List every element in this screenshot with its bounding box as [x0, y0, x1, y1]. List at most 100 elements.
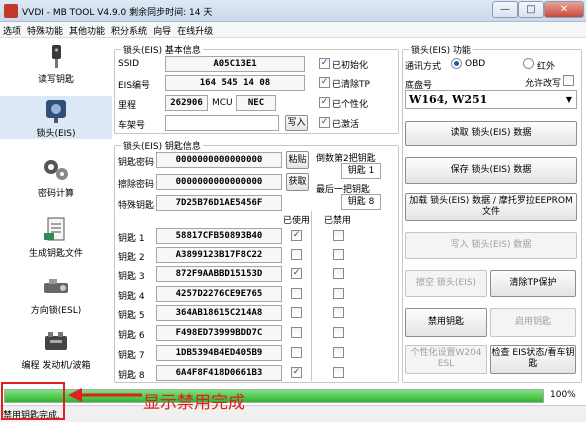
key-disabled-checkbox[interactable]	[333, 327, 344, 338]
document-icon	[44, 217, 65, 241]
menu-update[interactable]: 在线升级	[174, 22, 216, 39]
sidebar-item-label: 编程 发动机/波箱	[21, 361, 91, 371]
key-disabled-checkbox[interactable]	[333, 249, 344, 260]
activated-label: 已激活	[332, 120, 360, 130]
key-hash[interactable]: A3899123B17F8C22	[156, 247, 282, 263]
disabled-column-header: 已禁用	[324, 216, 352, 226]
sidebar-item-key-file[interactable]: 生成钥匙文件	[0, 216, 112, 259]
key-password-field[interactable]: 0000000000000000	[156, 152, 282, 168]
mcu-label: MCU	[212, 98, 233, 108]
read-eis-button[interactable]: 读取 锁头(EIS) 数据	[405, 121, 577, 146]
key-hash[interactable]: 4257D2276CE9E765	[156, 286, 282, 302]
gears-icon	[44, 160, 68, 180]
chassis-select[interactable]: W164, W251 ▼	[405, 90, 577, 109]
vin-field[interactable]	[165, 115, 279, 131]
sidebar-item-engine[interactable]: 编程 发动机/波箱	[0, 328, 112, 371]
key-used-checkbox[interactable]	[291, 307, 302, 318]
obd-radio[interactable]	[451, 58, 462, 69]
key-hash[interactable]: F498ED73999BDD7C	[156, 325, 282, 341]
status-bar	[0, 405, 586, 422]
erase-password-field[interactable]: 0000000000000000	[156, 174, 282, 190]
check-eis-button[interactable]: 检查 EIS状态/看车钥匙	[490, 345, 576, 374]
key-used-checkbox[interactable]	[291, 249, 302, 260]
allow-edit-checkbox[interactable]	[563, 75, 574, 86]
key-used-checkbox[interactable]: ✓	[291, 367, 302, 378]
key-used-checkbox[interactable]: ✓	[291, 268, 302, 279]
infrared-label: 红外	[537, 62, 556, 72]
sidebar-item-label: 读写钥匙	[37, 75, 74, 85]
infrared-radio[interactable]	[523, 58, 534, 69]
key-used-checkbox[interactable]	[291, 327, 302, 338]
key-hash[interactable]: 872F9AABBD15153D	[156, 266, 282, 282]
window-title: VVDI - MB TOOL V4.9.0 剩余同步时间: 14 天	[22, 8, 213, 18]
erase-eis-button[interactable]: 擦空 锁头(EIS)	[405, 270, 487, 297]
steering-lock-icon	[44, 279, 68, 293]
sidebar-item-read-write-key[interactable]: 读写钥匙	[0, 42, 112, 85]
eis-number-field[interactable]: 164 545 14 08	[165, 75, 305, 91]
mileage-field[interactable]: 262906	[165, 95, 208, 111]
key-disabled-checkbox[interactable]	[333, 288, 344, 299]
maximize-button[interactable]: □	[518, 1, 544, 18]
clear-tp-button[interactable]: 清除TP保护	[490, 270, 576, 297]
load-eis-button[interactable]: 加载 锁头(EIS) 数据 / 摩托罗拉EEPROM文件	[405, 193, 577, 221]
group-title: 锁头(EIS) 钥匙信息	[121, 139, 203, 152]
write-eis-button[interactable]: 写入 锁头(EIS) 数据	[405, 232, 577, 259]
paste-button[interactable]: 粘贴	[286, 151, 309, 169]
write-vin-button[interactable]: 写入	[285, 115, 308, 131]
obd-label: OBD	[465, 59, 486, 69]
close-button[interactable]: ✕	[544, 1, 584, 18]
initialized-checkbox[interactable]: ✓	[319, 58, 330, 69]
personalized-checkbox[interactable]: ✓	[319, 97, 330, 108]
comm-mode-label: 通讯方式	[405, 62, 442, 72]
key-used-checkbox[interactable]: ✓	[291, 230, 302, 241]
last-key-field[interactable]: 钥匙 8	[341, 194, 381, 210]
key-disabled-checkbox[interactable]	[333, 268, 344, 279]
group-title: 锁头(EIS) 基本信息	[121, 43, 203, 56]
key-disabled-checkbox[interactable]	[333, 230, 344, 241]
key-disabled-checkbox[interactable]	[333, 347, 344, 358]
column-divider	[311, 211, 312, 381]
special-key-field[interactable]: 7D25B76D1AE5456F	[156, 195, 282, 211]
personalized-label: 已个性化	[332, 100, 369, 110]
mileage-label: 里程	[118, 101, 137, 111]
second-last-key-field[interactable]: 钥匙 1	[341, 163, 381, 179]
group-title: 锁头(EIS) 功能	[409, 43, 473, 56]
eis-number-label: EIS编号	[118, 81, 151, 91]
mcu-field[interactable]: NEC	[236, 95, 276, 111]
save-eis-button[interactable]: 保存 锁头(EIS) 数据	[405, 157, 577, 184]
sidebar-item-label: 方向锁(ESL)	[30, 306, 82, 316]
key-icon	[52, 45, 61, 68]
minimize-button[interactable]: —	[492, 1, 518, 18]
app-logo-icon	[4, 4, 18, 18]
sidebar-item-password-calc[interactable]: 密码计算	[0, 156, 112, 199]
menu-points[interactable]: 积分系统	[108, 22, 150, 39]
key-disabled-checkbox[interactable]	[333, 367, 344, 378]
menu-options[interactable]: 选项	[0, 22, 24, 39]
ssid-label: SSID	[118, 59, 140, 69]
key-hash[interactable]: 58817CFB50893B40	[156, 228, 282, 244]
key-used-checkbox[interactable]	[291, 347, 302, 358]
ssid-field[interactable]: A05C13E1	[165, 56, 305, 72]
sidebar-item-label: 锁头(EIS)	[36, 129, 76, 139]
allow-edit-label: 允许改写	[525, 79, 562, 89]
sidebar-item-esl[interactable]: 方向锁(ESL)	[0, 273, 112, 316]
sidebar-item-label: 密码计算	[37, 189, 74, 199]
key-disabled-checkbox[interactable]	[333, 307, 344, 318]
key-used-checkbox[interactable]	[291, 288, 302, 299]
sidebar-item-eis[interactable]: 锁头(EIS)	[0, 96, 112, 139]
tp-cleared-checkbox[interactable]: ✓	[319, 77, 330, 88]
enable-key-button[interactable]: 启用钥匙	[490, 308, 576, 337]
key-name: 钥匙 5	[118, 311, 145, 321]
sidebar: 读写钥匙 锁头(EIS) 密码计算 生成钥匙文件 方向锁(ESL) 编程 发动机…	[0, 38, 112, 383]
key-hash[interactable]: 1DB5394B4ED405B9	[156, 345, 282, 361]
key-hash[interactable]: 6A4F8F418D0661B3	[156, 365, 282, 381]
disable-key-button[interactable]: 禁用钥匙	[405, 308, 487, 337]
get-button[interactable]: 获取	[286, 173, 309, 191]
menu-other[interactable]: 其他功能	[66, 22, 108, 39]
tp-cleared-label: 已清除TP	[332, 80, 370, 90]
menu-wizard[interactable]: 向导	[150, 22, 174, 39]
activated-checkbox[interactable]: ✓	[319, 117, 330, 128]
menu-special[interactable]: 特殊功能	[24, 22, 66, 39]
personalize-esl-button[interactable]: 个性化设置W204 ESL	[405, 345, 487, 374]
key-hash[interactable]: 364AB18615C214A8	[156, 305, 282, 321]
